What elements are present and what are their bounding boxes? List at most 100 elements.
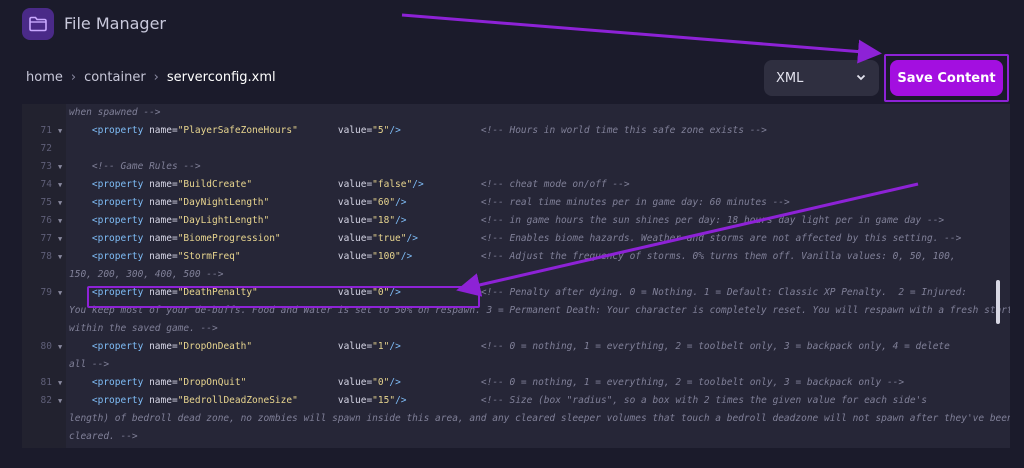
property-element: <property name="BedrollDeadZoneSize" val…	[69, 392, 927, 410]
xml-attr-name: value=	[337, 251, 373, 262]
code-line[interactable]: all -->	[22, 356, 1000, 374]
property-element: <property name="DropOnDeath" value="1"/>…	[69, 338, 950, 356]
xml-attr-name: name=	[149, 197, 178, 208]
line-number: 75	[40, 197, 52, 208]
xml-attr-value: "0"	[372, 377, 390, 388]
xml-comment: 150, 200, 300, 400, 500 -->	[69, 269, 224, 280]
property-element: <property name="BuildCreate" value="fals…	[69, 176, 630, 194]
fold-toggle-icon[interactable]: ▼	[58, 122, 62, 140]
fold-toggle-icon[interactable]: ▼	[58, 194, 62, 212]
xml-attr-name: value=	[337, 377, 373, 388]
xml-tag: <property	[69, 341, 150, 352]
code-line[interactable]: 77 ▼ <property name="BiomeProgression" va…	[22, 230, 1000, 248]
property-element: <property name="DayNightLength" value="6…	[69, 194, 790, 212]
xml-attr-value: "1"	[372, 341, 390, 352]
xml-attr-name: value=	[337, 125, 373, 136]
xml-attr-value: "100"	[372, 251, 401, 262]
fold-toggle-icon[interactable]: ▼	[58, 284, 62, 302]
save-content-button[interactable]: Save Content	[890, 60, 1003, 96]
xml-attr-name: name=	[149, 215, 178, 226]
code-line[interactable]: length) of bedroll dead zone, no zombies…	[22, 410, 1010, 428]
code-line[interactable]: when spawned -->	[22, 104, 1000, 122]
property-element: <property name="DropOnQuit" value="0"/> …	[69, 374, 904, 392]
xml-attr-value: "DropOnQuit"	[177, 377, 247, 388]
xml-comment: <!-- Game Rules -->	[69, 161, 201, 172]
code-line[interactable]: within the saved game. -->	[22, 320, 1000, 338]
xml-comment: <!-- Hours in world time this safe zone …	[480, 125, 767, 136]
xml-tag: />	[395, 395, 407, 406]
xml-tag: <property	[69, 377, 150, 388]
xml-attr-name: value=	[337, 197, 373, 208]
xml-attr-name: name=	[149, 251, 178, 262]
xml-comment: within the saved game. -->	[69, 323, 218, 334]
xml-tag: <property	[69, 179, 150, 190]
xml-attr-value: "BedrollDeadZoneSize"	[177, 395, 298, 406]
code-line[interactable]: cleared. -->	[22, 428, 1000, 446]
line-number: 82	[40, 395, 52, 406]
line-number: 72	[40, 143, 52, 154]
line-number: 74	[40, 179, 52, 190]
code-line[interactable]: 80 ▼ <property name="DropOnDeath" value="…	[22, 338, 1000, 356]
line-number: 73	[40, 161, 52, 172]
xml-tag: />	[395, 197, 407, 208]
code-line[interactable]: 73 ▼ <!-- Game Rules -->	[22, 158, 1000, 176]
chevron-down-icon	[856, 74, 866, 81]
app-title: File Manager	[64, 14, 166, 33]
code-line[interactable]: 150, 200, 300, 400, 500 -->	[22, 266, 1000, 284]
format-select[interactable]: XML	[764, 60, 879, 96]
xml-attr-value: "DayNightLength"	[177, 197, 270, 208]
folder-icon	[22, 8, 54, 40]
fold-toggle-icon[interactable]: ▼	[58, 230, 62, 248]
fold-toggle-icon[interactable]: ▼	[58, 248, 62, 266]
xml-attr-name: value=	[337, 341, 373, 352]
code-line[interactable]: 74 ▼ <property name="BuildCreate" value="…	[22, 176, 1000, 194]
property-element: <property name="DayLightLength" value="1…	[69, 212, 944, 230]
xml-attr-value: "60"	[372, 197, 396, 208]
chevron-right-icon: ›	[153, 70, 159, 85]
xml-attr-value: "DropOnDeath"	[177, 341, 253, 352]
fold-toggle-icon[interactable]: ▼	[58, 338, 62, 356]
fold-toggle-icon[interactable]: ▼	[58, 212, 62, 230]
property-element: <property name="BiomeProgression" value=…	[69, 230, 961, 248]
xml-attr-value: "StormFreq"	[177, 251, 241, 262]
xml-attr-name: value=	[337, 233, 373, 244]
fold-toggle-icon[interactable]: ▼	[58, 374, 62, 392]
code-line[interactable]: 82 ▼ <property name="BedrollDeadZoneSize"…	[22, 392, 1000, 410]
code-line[interactable]: 71 ▼ <property name="PlayerSafeZoneHours"…	[22, 122, 1000, 140]
code-line[interactable]: 78 ▼ <property name="StormFreq" value="10…	[22, 248, 1000, 266]
breadcrumb-container[interactable]: container	[84, 70, 146, 85]
xml-comment: <!-- real time minutes per in game day: …	[480, 197, 790, 208]
breadcrumb-home[interactable]: home	[26, 70, 63, 85]
property-element: <property name="StormFreq" value="100"/>…	[69, 248, 956, 266]
code-line[interactable]: 81 ▼ <property name="DropOnQuit" value="0…	[22, 374, 1000, 392]
xml-attr-name: value=	[337, 215, 373, 226]
code-editor[interactable]: when spawned --> 71 ▼ <property name="Play…	[22, 104, 1010, 448]
xml-tag: <property	[69, 233, 150, 244]
fold-toggle-icon[interactable]: ▼	[58, 392, 62, 410]
xml-comment: when spawned -->	[69, 107, 161, 118]
xml-tag: <property	[69, 125, 150, 136]
fold-toggle-icon[interactable]: ▼	[58, 176, 62, 194]
xml-attr-value: "PlayerSafeZoneHours"	[177, 125, 298, 136]
xml-attr-value: "18"	[372, 215, 396, 226]
fold-toggle-icon[interactable]: ▼	[58, 158, 62, 176]
save-button-highlight: Save Content	[884, 54, 1009, 102]
line-number: 76	[40, 215, 52, 226]
xml-attr-name: value=	[337, 395, 373, 406]
xml-tag: <property	[69, 197, 150, 208]
property-element: <property name="PlayerSafeZoneHours" val…	[69, 122, 767, 140]
xml-attr-name: name=	[149, 395, 178, 406]
xml-attr-value: "true"	[372, 233, 407, 244]
breadcrumb-current-file: serverconfig.xml	[166, 70, 276, 85]
code-line[interactable]: 72	[22, 140, 1000, 158]
code-line[interactable]: 75 ▼ <property name="DayNightLength" valu…	[22, 194, 1000, 212]
xml-attr-value: "BiomeProgression"	[177, 233, 281, 244]
xml-tag: <property	[69, 251, 150, 262]
xml-comment: <!-- 0 = nothing, 1 = everything, 2 = to…	[480, 341, 950, 352]
xml-comment: cleared. -->	[69, 431, 138, 442]
xml-tag: <property	[69, 395, 150, 406]
code-line[interactable]: 76 ▼ <property name="DayLightLength" valu…	[22, 212, 1000, 230]
app-header: File Manager	[0, 0, 1024, 50]
scrollbar-thumb[interactable]	[996, 280, 1000, 324]
xml-attr-value: "5"	[372, 125, 390, 136]
